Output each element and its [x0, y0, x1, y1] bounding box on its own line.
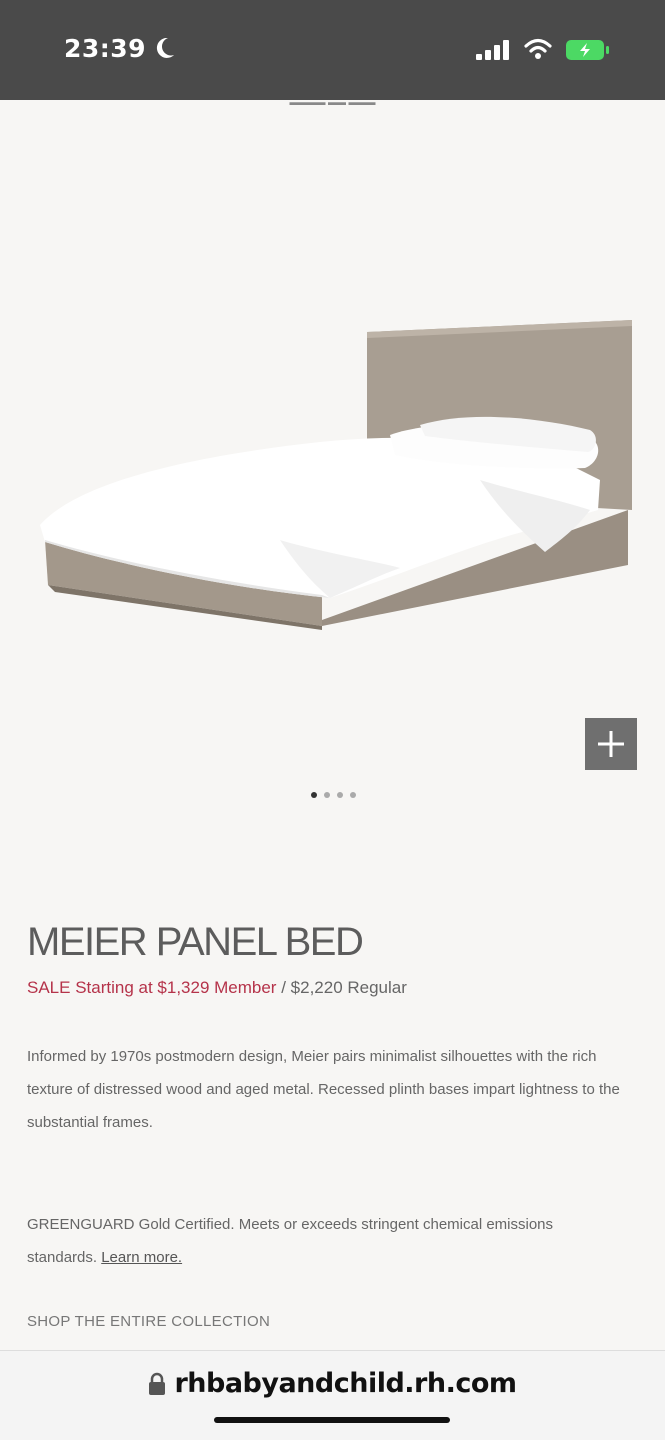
carousel-dot[interactable]	[350, 792, 356, 798]
zoom-button[interactable]	[585, 718, 637, 770]
cellular-signal-icon	[476, 40, 509, 60]
plus-icon	[598, 731, 624, 757]
certification-text: GREENGUARD Gold Certified. Meets or exce…	[27, 1208, 627, 1274]
url-text[interactable]: rhbabyandchild.rh.com	[174, 1368, 517, 1399]
carousel-dots	[0, 792, 665, 802]
battery-charging-icon	[566, 40, 609, 60]
shop-collection-link[interactable]: SHOP THE ENTIRE COLLECTION	[27, 1313, 270, 1330]
wifi-icon	[524, 38, 552, 59]
status-time: 23:39	[64, 34, 147, 63]
regular-price: $2,220 Regular	[290, 978, 407, 997]
price-line: SALE Starting at $1,329 Member / $2,220 …	[27, 978, 407, 998]
browser-url-bar[interactable]: rhbabyandchild.rh.com	[0, 1350, 665, 1440]
product-image	[40, 320, 632, 630]
carousel-dot[interactable]	[337, 792, 343, 798]
moon-icon	[156, 37, 174, 58]
home-indicator	[214, 1417, 450, 1423]
lock-icon	[149, 1372, 166, 1395]
learn-more-link[interactable]: Learn more.	[101, 1249, 182, 1266]
price-separator: /	[276, 978, 291, 997]
product-description: Informed by 1970s postmodern design, Mei…	[27, 1048, 620, 1131]
sale-price: SALE Starting at $1,329 Member	[27, 978, 277, 997]
url-content[interactable]: rhbabyandchild.rh.com	[0, 1368, 665, 1399]
status-bar: 23:39	[0, 0, 665, 100]
cropped-caption: ▬▬▬▬ ▬▬ ▬▬▬	[289, 100, 376, 107]
carousel-dot[interactable]	[311, 792, 317, 798]
carousel-dot[interactable]	[324, 792, 330, 798]
product-title: MEIER PANEL BED	[27, 920, 364, 964]
